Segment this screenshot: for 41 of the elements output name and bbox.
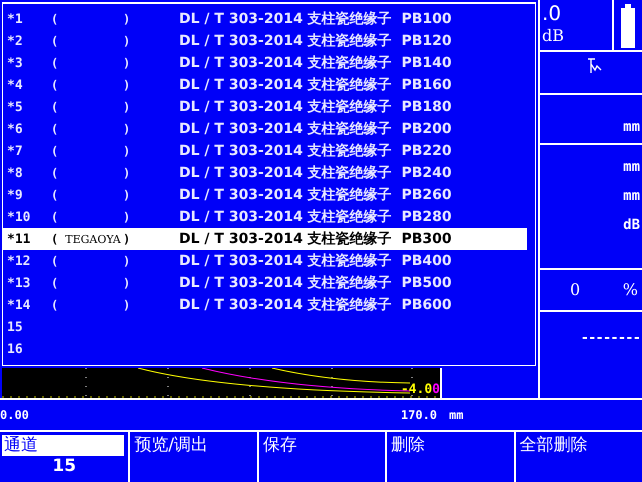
list-item[interactable]: *9 ( ) DL / T 303-2014 支柱瓷绝缘子 PB260 [3,184,535,206]
list-item[interactable]: *12 ( ) DL / T 303-2014 支柱瓷绝缘子 PB400 [3,250,535,272]
list-item[interactable]: *7 ( ) DL / T 303-2014 支柱瓷绝缘子 PB220 [3,140,535,162]
list-item[interactable]: 16 [3,338,535,360]
softkey-label: 预览/调出 [133,435,210,456]
list-item[interactable]: *6 ( ) DL / T 303-2014 支柱瓷绝缘子 PB200 [3,118,535,140]
list-item[interactable]: 15 [3,316,535,338]
level-unit: dB [623,216,640,235]
percent-value: 0 [570,280,580,300]
list-item[interactable]: *11 ( TEGAOYA ) DL / T 303-2014 支柱瓷绝缘子 PB300 [3,228,527,250]
softkey[interactable]: 通道 15 [0,432,128,482]
curve-value: -4.00 [400,383,440,397]
range-unit: mm [623,118,640,137]
softkey[interactable]: 删除 [385,432,514,482]
softkey-label: 删除 [390,435,426,456]
list-item[interactable]: *1 ( ) DL / T 303-2014 支柱瓷绝缘子 PB100 [3,8,535,30]
softkey[interactable]: 保存 [256,432,386,482]
list-item[interactable]: *10 ( ) DL / T 303-2014 支柱瓷绝缘子 PB280 [3,206,535,228]
battery-icon [620,4,636,48]
softkey-label: 保存 [262,435,298,456]
axis-unit: mm [449,408,464,422]
list-item[interactable]: *5 ( ) DL / T 303-2014 支柱瓷绝缘子 PB180 [3,96,535,118]
list-item[interactable]: *8 ( ) DL / T 303-2014 支柱瓷绝缘子 PB240 [3,162,535,184]
softkey-label: 通道 [2,435,124,456]
softkey-value: 15 [52,456,76,476]
list-item[interactable]: *13 ( ) DL / T 303-2014 支柱瓷绝缘子 PB500 [3,272,535,294]
softkey[interactable]: 全部删除 [514,432,642,482]
axis-end-label: 170.0 [400,408,438,422]
list-item[interactable]: *4 ( ) DL / T 303-2014 支柱瓷绝缘子 PB160 [3,74,535,96]
softkey-label: 全部删除 [518,435,589,456]
percent-unit: % [622,280,638,300]
depth-unit: mm [623,158,640,177]
list-item[interactable]: *14 ( ) DL / T 303-2014 支柱瓷绝缘子 PB600 [3,294,535,316]
distance-unit: mm [623,187,640,206]
list-item[interactable]: *2 ( ) DL / T 303-2014 支柱瓷绝缘子 PB120 [3,30,535,52]
list-item[interactable]: *3 ( ) DL / T 303-2014 支柱瓷绝缘子 PB140 [3,52,535,74]
gain-value: .0 [542,0,562,26]
softkey[interactable]: 预览/调出 [128,432,257,482]
reading-value: -------- [580,329,640,348]
axis-start-label: 0.00 [0,408,29,422]
gain-unit: dB [542,26,565,46]
